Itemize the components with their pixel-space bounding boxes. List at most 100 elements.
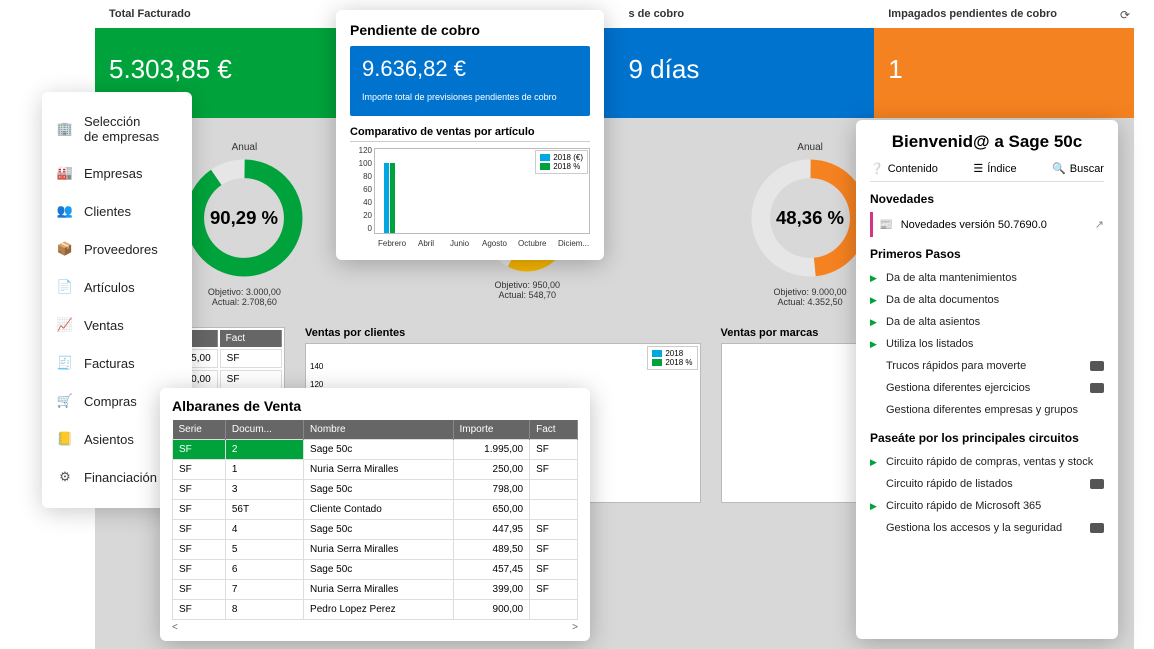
objective-label: Objetivo: 950,00 <box>392 280 663 290</box>
sidebar-item-label: Proveedores <box>84 242 158 257</box>
novedad-item[interactable]: 📰 Novedades versión 50.7690.0 ↗ <box>870 212 1104 237</box>
help-link[interactable]: Gestiona los accesos y la seguridad <box>870 517 1104 539</box>
kpi-row: Total Facturado 5.303,85 € s de cobro 9 … <box>95 28 1134 118</box>
users-icon: 👥 <box>56 202 74 220</box>
sales-icon: 📈 <box>56 316 74 334</box>
albaranes-title: Albaranes de Venta <box>172 398 578 414</box>
sidebar-item-label: Selección de empresas <box>84 114 159 144</box>
refresh-icon[interactable]: ⟳ <box>1120 8 1130 22</box>
sidebar-item-label: Facturas <box>84 356 135 371</box>
video-icon <box>1090 523 1104 533</box>
donut-chart-green: 90,29 % <box>179 153 309 283</box>
sidebar-item-0[interactable]: 🏢Selección de empresas <box>42 104 192 154</box>
card-title: Pendiente de cobro <box>350 22 590 38</box>
triangle-icon: ▶ <box>870 457 880 468</box>
supplier-icon: 📦 <box>56 240 74 258</box>
kpi-title: Total Facturado <box>109 8 191 20</box>
help-panel: Bienvenid@ a Sage 50c ❔Contenido ☰Índice… <box>856 120 1118 639</box>
triangle-icon: ▶ <box>870 501 880 512</box>
help-link[interactable]: Circuito rápido de listados <box>870 473 1104 495</box>
sidebar-item-1[interactable]: 🏭 Empresas <box>42 154 192 192</box>
triangle-icon: ▶ <box>870 273 880 284</box>
pendiente-cobro-card: Pendiente de cobro 9.636,82 € Importe to… <box>336 10 604 260</box>
help-link[interactable]: Gestiona diferentes empresas y grupos <box>870 399 1104 421</box>
section-circuitos: Paseáte por los principales circuitos <box>870 431 1104 445</box>
table-row[interactable]: SF5Nuria Serra Miralles489,50SF <box>173 540 578 560</box>
help-link[interactable]: ▶Circuito rápido de Microsoft 365 <box>870 495 1104 517</box>
help-title: Bienvenid@ a Sage 50c <box>870 132 1104 152</box>
search-icon: 🔍 <box>1052 162 1066 175</box>
sidebar-item-label: Compras <box>84 394 137 409</box>
sidebar-item-2[interactable]: 👥Clientes <box>42 192 192 230</box>
triangle-icon: ▶ <box>870 317 880 328</box>
triangle-icon: ▶ <box>870 339 880 350</box>
comparativo-title: Comparativo de ventas por artículo <box>350 126 590 142</box>
news-icon: 📰 <box>879 218 893 231</box>
sidebar-item-6[interactable]: 🧾 Facturas <box>42 344 192 382</box>
donut-center-label: 48,36 % <box>776 207 845 228</box>
table-row[interactable]: SF1Nuria Serra Miralles250,00SF <box>173 460 578 480</box>
pendiente-value: 9.636,82 € <box>362 56 578 82</box>
table-scrollbar[interactable]: <> <box>172 620 578 635</box>
section-primeros: Primeros Pasos <box>870 247 1104 261</box>
panel-title: Ventas por clientes <box>305 327 701 339</box>
sidebar-item-3[interactable]: 📦 Proveedores <box>42 230 192 268</box>
albaranes-card: Albaranes de Venta SerieDocum...NombreIm… <box>160 388 590 641</box>
help-link[interactable]: ▶Da de alta mantenimientos <box>870 267 1104 289</box>
albaranes-table[interactable]: SerieDocum...NombreImporteFactSF2Sage 50… <box>172 420 578 620</box>
video-icon <box>1090 361 1104 371</box>
help-link[interactable]: ▶Da de alta asientos <box>870 311 1104 333</box>
help-link[interactable]: Gestiona diferentes ejercicios <box>870 377 1104 399</box>
table-row[interactable]: SF3Sage 50c798,00 <box>173 480 578 500</box>
col-header[interactable]: Serie <box>173 420 226 440</box>
chart-legend: 2018 2018 % <box>647 346 697 370</box>
tab-indice[interactable]: ☰Índice <box>973 162 1016 175</box>
table-row[interactable]: SF2Sage 50c1.995,00SF <box>173 440 578 460</box>
table-row[interactable]: SF4Sage 50c447,95SF <box>173 520 578 540</box>
col-header[interactable]: Importe <box>453 420 530 440</box>
buildings-icon: 🏭 <box>56 164 74 182</box>
sidebar-item-label: Ventas <box>84 318 124 333</box>
table-row[interactable]: SF7Nuria Serra Miralles399,00SF <box>173 580 578 600</box>
tab-buscar[interactable]: 🔍Buscar <box>1052 162 1104 175</box>
sidebar-item-label: Empresas <box>84 166 143 181</box>
donut-center-label: 90,29 % <box>210 207 279 228</box>
comparativo-bar-chart: 120 100 80 60 40 20 0 Febrero Abril Juni… <box>350 148 590 248</box>
help-icon: ❔ <box>870 162 884 175</box>
cart-icon: 🛒 <box>56 392 74 410</box>
kpi-periodo-medio[interactable]: s de cobro 9 días <box>615 28 875 118</box>
triangle-icon: ▶ <box>870 295 880 306</box>
help-tabs: ❔Contenido ☰Índice 🔍Buscar <box>870 162 1104 182</box>
table-row[interactable]: SF8Pedro Lopez Perez900,00 <box>173 600 578 620</box>
video-icon <box>1090 479 1104 489</box>
external-link-icon[interactable]: ↗ <box>1095 218 1104 231</box>
sidebar-item-label: Financiación <box>84 470 157 485</box>
sidebar-item-5[interactable]: 📈 Ventas <box>42 306 192 344</box>
invoice-icon: 🧾 <box>56 354 74 372</box>
col-header[interactable]: Fact <box>530 420 578 440</box>
sidebar-item-4[interactable]: 📄 Artículos <box>42 268 192 306</box>
help-link[interactable]: ▶Utiliza los listados <box>870 333 1104 355</box>
ledger-icon: 📒 <box>56 430 74 448</box>
help-link[interactable]: Trucos rápidos para moverte <box>870 355 1104 377</box>
sidebar-item-label: Asientos <box>84 432 134 447</box>
table-row[interactable]: SF56TCliente Contado650,00 <box>173 500 578 520</box>
col-header[interactable]: Nombre <box>304 420 453 440</box>
video-icon <box>1090 383 1104 393</box>
sidebar-item-label: Artículos <box>84 280 135 295</box>
kpi-impagados[interactable]: Impagados pendientes de cobro ⟳ 1 <box>874 28 1134 118</box>
tab-contenido[interactable]: ❔Contenido <box>870 162 938 175</box>
document-icon: 📄 <box>56 278 74 296</box>
table-row[interactable]: SF6Sage 50c457,45SF <box>173 560 578 580</box>
col-header[interactable]: Docum... <box>225 420 303 440</box>
kpi-value: 9 días <box>629 54 861 85</box>
pendiente-value-box: 9.636,82 € Importe total de previsiones … <box>350 46 590 116</box>
help-link[interactable]: ▶Circuito rápido de compras, ventas y st… <box>870 451 1104 473</box>
kpi-value: 1 <box>888 54 1120 85</box>
help-link[interactable]: ▶Da de alta documentos <box>870 289 1104 311</box>
pendiente-subtitle: Importe total de previsiones pendientes … <box>362 92 578 102</box>
actual-label: Actual: 548,70 <box>392 290 663 300</box>
kpi-value: 5.303,85 € <box>109 54 341 85</box>
kpi-title: s de cobro <box>629 8 685 20</box>
chart-legend: 2018 (€) 2018 % <box>535 150 588 174</box>
